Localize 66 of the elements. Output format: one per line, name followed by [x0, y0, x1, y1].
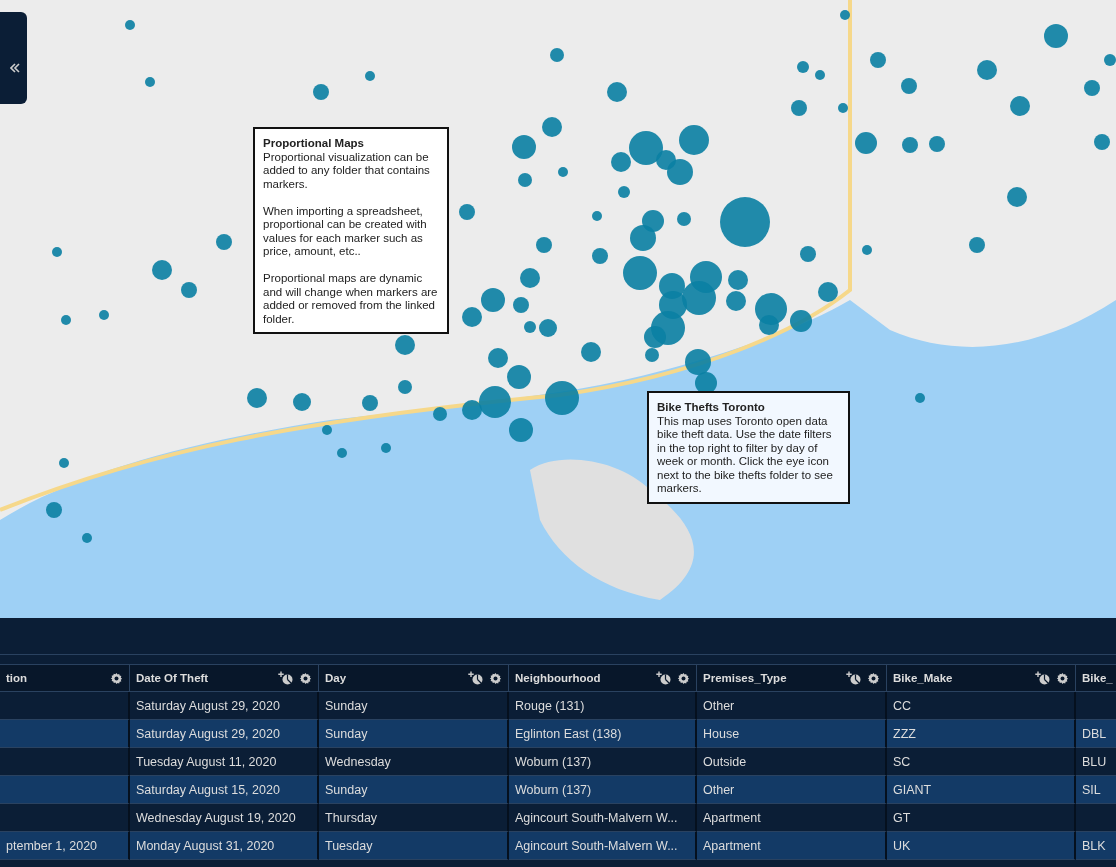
column-header[interactable]: Bike_Make [887, 665, 1076, 692]
settings-icon[interactable] [1056, 671, 1069, 685]
table-cell: Eglinton East (138) [509, 720, 697, 748]
note-text: Proportional visualization can be added to any folder that contains markers. [263, 150, 431, 191]
table-cell: Wednesday August 19, 2020 [130, 804, 319, 832]
add-pie-chart-icon[interactable] [656, 671, 671, 685]
table-cell: Apartment [697, 804, 887, 832]
column-title: Neighbourhood [515, 672, 602, 684]
table-cell: Wednesday [319, 748, 509, 776]
column-header[interactable]: tion [0, 665, 130, 692]
table-cell: CC [887, 692, 1076, 720]
table-cell: House [697, 720, 887, 748]
table-cell: DBL [1076, 720, 1116, 748]
table-cell: Tuesday August 11, 2020 [130, 748, 319, 776]
table-cell: Sunday [319, 692, 509, 720]
table-cell: Tuesday [319, 832, 509, 860]
column-title: tion [6, 672, 29, 684]
column-header[interactable]: Date Of Theft [130, 665, 319, 692]
note-text: When importing a spreadsheet, proportional can be created with values for each marker such as price, amount, etc.. [263, 204, 428, 259]
settings-icon[interactable] [299, 671, 312, 685]
table-cell: GT [887, 804, 1076, 832]
table-cell: ptember 1, 2020 [0, 832, 130, 860]
table-cell: Woburn (137) [509, 748, 697, 776]
add-pie-chart-icon[interactable] [468, 671, 483, 685]
column-header[interactable]: Bike_ [1076, 665, 1116, 692]
settings-icon[interactable] [677, 671, 690, 685]
table-cell: Saturday August 15, 2020 [130, 776, 319, 804]
column-title: Date Of Theft [136, 672, 210, 684]
column-title: Bike_ [1082, 672, 1113, 684]
table-cell: Outside [697, 748, 887, 776]
table-cell: SC [887, 748, 1076, 776]
table-cell: UK [887, 832, 1076, 860]
table-cell: Saturday August 29, 2020 [130, 692, 319, 720]
note-text: Proportional maps are dynamic and will change when markers are added or removed from the linked folder. [263, 272, 439, 326]
table-cell: SIL [1076, 776, 1116, 804]
note-text: This map uses Toronto open data bike theft data. Use the date filters in the top right to filter by day of week or month. Click the eye icon next to the bike thefts folder to see markers. [657, 414, 834, 496]
table-cell: ZZZ [887, 720, 1076, 748]
column-title: Premises_Type [703, 672, 788, 684]
settings-icon[interactable] [489, 671, 502, 685]
table-cell: Other [697, 776, 887, 804]
settings-icon[interactable] [867, 671, 880, 685]
column-header[interactable]: Day [319, 665, 509, 692]
add-pie-chart-icon[interactable] [278, 671, 293, 685]
settings-icon[interactable] [110, 671, 123, 685]
table-cell: Sunday [319, 776, 509, 804]
column-header[interactable]: Premises_Type [697, 665, 887, 692]
table-cell: Agincourt South-Malvern W... [509, 804, 697, 832]
collapse-chevron-icon[interactable] [10, 63, 20, 73]
column-title: Day [325, 672, 348, 684]
table-cell: Apartment [697, 832, 887, 860]
table-cell: GIANT [887, 776, 1076, 804]
table-cell: Thursday [319, 804, 509, 832]
table-cell: Rouge (131) [509, 692, 697, 720]
note-title: Proportional Maps [263, 137, 365, 151]
table-cell: Sunday [319, 720, 509, 748]
column-header[interactable]: Neighbourhood [509, 665, 697, 692]
table-cell: BLK [1076, 832, 1116, 860]
add-pie-chart-icon[interactable] [1035, 671, 1050, 685]
table-cell: Other [697, 692, 887, 720]
table-cell: Saturday August 29, 2020 [130, 720, 319, 748]
column-title: Bike_Make [893, 672, 954, 684]
note-title: Bike Thefts Toronto [657, 401, 766, 415]
table-cell: Monday August 31, 2020 [130, 832, 319, 860]
table-cell: Agincourt South-Malvern W... [509, 832, 697, 860]
table-cell: Woburn (137) [509, 776, 697, 804]
add-pie-chart-icon[interactable] [846, 671, 861, 685]
